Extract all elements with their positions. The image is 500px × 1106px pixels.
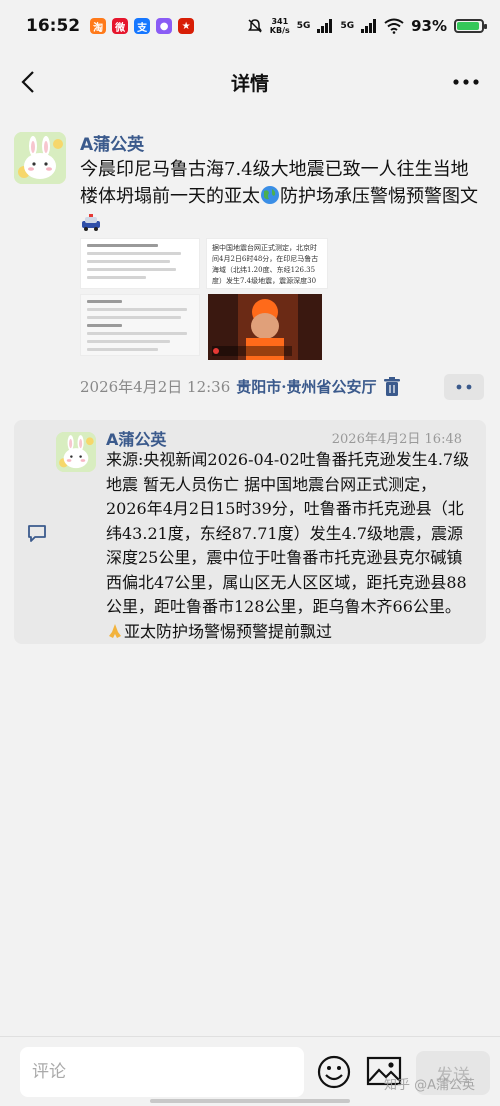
post-image-2[interactable]: 据中国地震台网正式测定，北京时间4月2日6时48分，在印尼马鲁古海域（北纬1.2… bbox=[206, 238, 328, 289]
game-icon: ● bbox=[156, 18, 173, 34]
comment-card: A蒲公英 2026年4月2日 16:48 来源:央视新闻2026-04-02吐鲁… bbox=[14, 420, 486, 644]
back-button[interactable] bbox=[14, 68, 42, 96]
signal-label-1: 5G bbox=[296, 21, 311, 31]
ellipsis-icon bbox=[453, 79, 479, 85]
comment-text-tail: 亚太防护场警惕预警提前飘过 bbox=[124, 621, 333, 641]
comment-text: 来源:央视新闻2026-04-02吐鲁番托克逊发生4.7级地震 暂无人员伤亡 据… bbox=[106, 448, 476, 644]
bunny-avatar-icon bbox=[56, 432, 96, 472]
praying-hands-icon bbox=[109, 623, 121, 638]
trash-icon[interactable] bbox=[383, 376, 401, 397]
battery-fill bbox=[457, 22, 480, 30]
page-title: 详情 bbox=[230, 72, 269, 95]
weibo-icon: 微 bbox=[112, 18, 129, 34]
bottom-input-bar: 发送 bbox=[0, 1036, 500, 1106]
police-car-icon bbox=[82, 214, 100, 231]
post-text: 今晨印尼马鲁古海7.4级大地震已致一人往生当地楼体坍塌前一天的亚太 防护场承压警惕… bbox=[80, 156, 480, 237]
alipay-icon: 支 bbox=[134, 18, 151, 34]
battery-percent: 93% bbox=[411, 17, 447, 35]
comment-username[interactable]: A蒲公英 bbox=[106, 426, 166, 450]
video-frame bbox=[208, 294, 322, 360]
chevron-left-icon bbox=[21, 71, 34, 93]
status-bar: 16:52 淘 微 支 ● ★ 341 KB/s 5G 5G 93% bbox=[0, 0, 500, 52]
avatar[interactable] bbox=[14, 132, 66, 184]
post: A蒲公英 今晨印尼马鲁古海7.4级大地震已致一人往生当地楼体坍塌前一天的亚太 防护… bbox=[0, 112, 500, 412]
post-text-part2: 防护场承压警惕预警图文 bbox=[280, 186, 478, 207]
post-location[interactable]: 贵阳市·贵州省公安厅 bbox=[236, 376, 376, 397]
signal-bars-icon bbox=[361, 19, 377, 33]
bunny-avatar-icon bbox=[14, 132, 66, 184]
status-time: 16:52 bbox=[26, 16, 81, 36]
ellipsis-icon bbox=[456, 384, 472, 390]
post-video[interactable] bbox=[208, 294, 322, 360]
comment-input[interactable] bbox=[20, 1047, 304, 1097]
home-indicator[interactable] bbox=[150, 1099, 350, 1103]
comment-timestamp: 2026年4月2日 16:48 bbox=[331, 432, 462, 447]
post-image-3[interactable] bbox=[80, 294, 200, 356]
post-timestamp: 2026年4月2日 12:36 bbox=[80, 378, 231, 396]
taobao-icon: 淘 bbox=[90, 18, 107, 34]
more-button[interactable] bbox=[452, 72, 480, 92]
mute-icon bbox=[247, 19, 262, 33]
battery-icon bbox=[454, 19, 487, 33]
gov-icon: ★ bbox=[178, 18, 195, 34]
post-more-button[interactable] bbox=[444, 374, 484, 400]
nav-bar: 详情 bbox=[0, 52, 500, 112]
status-indicators: 341 KB/s 5G 5G 93% bbox=[247, 17, 487, 35]
comment-avatar[interactable] bbox=[56, 432, 96, 472]
smiley-icon[interactable] bbox=[316, 1054, 352, 1090]
signal-label-2: 5G bbox=[340, 21, 355, 31]
status-app-icons: 淘 微 支 ● ★ bbox=[90, 18, 195, 34]
wifi-icon bbox=[384, 18, 404, 34]
signal-bars-icon bbox=[317, 19, 333, 33]
post-image-1[interactable] bbox=[80, 238, 200, 289]
net-speed: 341 KB/s bbox=[269, 17, 290, 35]
comment-text-body: 来源:央视新闻2026-04-02吐鲁番托克逊发生4.7级地震 暂无人员伤亡 据… bbox=[106, 450, 470, 616]
watermark: 知乎 @A蒲公英 bbox=[384, 1078, 476, 1093]
globe-icon bbox=[261, 186, 279, 204]
comment-icon[interactable] bbox=[26, 522, 48, 544]
post-meta: 2026年4月2日 12:36 贵阳市·贵州省公安厅 bbox=[80, 376, 401, 397]
post-username[interactable]: A蒲公英 bbox=[80, 130, 144, 155]
post-image-2-caption: 据中国地震台网正式测定，北京时间4月2日6时48分，在印尼马鲁古海域（北纬1.2… bbox=[212, 244, 319, 285]
